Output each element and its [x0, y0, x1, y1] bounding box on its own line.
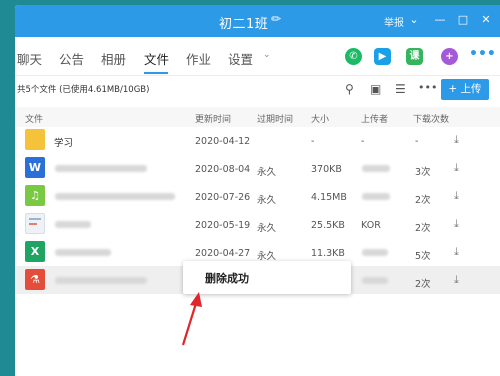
- download-count: -: [415, 136, 419, 147]
- download-icon[interactable]: ⤓: [454, 217, 459, 231]
- updated-time: 2020-04-12: [195, 136, 251, 147]
- download-count: 2次: [415, 195, 431, 206]
- classroom-icon[interactable]: 课: [406, 48, 423, 65]
- download-icon[interactable]: ⤓: [454, 161, 459, 175]
- video-call-icon[interactable]: ▶: [374, 48, 391, 65]
- window-title: 初二1班: [219, 17, 269, 32]
- table-row[interactable]: 学习 2020-04-12 - - - ⤓: [15, 126, 500, 154]
- expiry-time: 永久: [257, 167, 277, 178]
- report-button[interactable]: 举报: [384, 14, 404, 29]
- col-expiry[interactable]: 过期时间: [257, 112, 293, 125]
- settings-chevron-icon[interactable]: ⌄: [263, 50, 271, 60]
- updated-time: 2020-05-19: [195, 220, 251, 231]
- blurred-file-name: [55, 221, 91, 228]
- file-size: 11.3KB: [311, 248, 345, 259]
- table-row[interactable]: 2020-05-19 永久 25.5KB KOR 2次 ⤓: [15, 210, 500, 238]
- pdf-file-icon: ⚗: [25, 269, 45, 290]
- col-size[interactable]: 大小: [311, 112, 329, 125]
- file-toolbar: 共5个文件 (已使用4.61MB/10GB) ⚲ ▣ ☰ ••• + 上传: [15, 76, 500, 106]
- inbox-icon[interactable]: ▣: [370, 82, 381, 96]
- download-count: 3次: [415, 167, 431, 178]
- updated-time: 2020-07-26: [195, 192, 251, 203]
- word-file-icon: W: [25, 157, 45, 178]
- image-file-icon: [25, 213, 45, 234]
- uploader: -: [361, 136, 365, 147]
- audio-file-icon: ♫: [25, 185, 45, 206]
- table-row[interactable]: ♫ 2020-07-26 永久 4.15MB 2次 ⤓: [15, 182, 500, 210]
- expiry-time: 永久: [257, 195, 277, 206]
- red-arrow-icon: [181, 292, 202, 346]
- col-downloads[interactable]: 下载次数: [413, 112, 449, 125]
- col-uploader[interactable]: 上传者: [361, 112, 388, 125]
- tab-notice[interactable]: 公告: [59, 49, 84, 68]
- download-icon[interactable]: ⤓: [454, 133, 459, 147]
- tab-bar: 聊天 公告 相册 文件 作业 设置 ⌄ ✆ ▶ 课 + •••: [15, 37, 500, 76]
- file-size: 370KB: [311, 164, 342, 175]
- excel-file-icon: X: [25, 241, 45, 262]
- delete-success-toast: 删除成功: [183, 261, 351, 294]
- toast-message: 删除成功: [205, 272, 249, 285]
- table-header: 文件 更新时间 过期时间 大小 上传者 下载次数: [15, 107, 500, 127]
- list-view-icon[interactable]: ☰: [395, 82, 406, 96]
- blurred-file-name: [55, 193, 175, 200]
- blurred-file-name: [55, 249, 111, 256]
- file-size: 25.5KB: [311, 220, 345, 231]
- expiry-time: 永久: [257, 223, 277, 234]
- more-icon[interactable]: •••: [469, 47, 496, 65]
- maximize-icon[interactable]: □: [456, 13, 470, 27]
- tab-chat[interactable]: 聊天: [17, 49, 42, 68]
- file-name: 学习: [54, 138, 74, 149]
- table-row[interactable]: W 2020-08-04 永久 370KB 3次 ⤓: [15, 154, 500, 182]
- group-window: 初二1班 ✏ 举报 ⌄ — □ ✕ 聊天 公告 相册 文件 作业 设置 ⌄ ✆ …: [15, 5, 500, 376]
- tab-settings[interactable]: 设置: [228, 49, 253, 68]
- close-icon[interactable]: ✕: [479, 13, 493, 27]
- blurred-uploader: [362, 277, 388, 284]
- title-bar: 初二1班 ✏ 举报 ⌄ — □ ✕: [15, 5, 500, 37]
- plus-app-icon[interactable]: +: [441, 48, 458, 65]
- col-updated[interactable]: 更新时间: [195, 112, 231, 125]
- download-icon[interactable]: ⤓: [454, 273, 459, 287]
- minimize-icon[interactable]: —: [433, 13, 447, 27]
- search-icon[interactable]: ⚲: [345, 82, 354, 96]
- download-count: 2次: [415, 279, 431, 290]
- upload-button[interactable]: + 上传: [441, 79, 489, 100]
- tab-album[interactable]: 相册: [101, 49, 126, 68]
- blurred-uploader: [362, 193, 390, 200]
- storage-quota: 共5个文件 (已使用4.61MB/10GB): [17, 85, 150, 95]
- active-tab-indicator: [144, 72, 168, 74]
- updated-time: 2020-04-27: [195, 248, 251, 259]
- tab-files[interactable]: 文件: [144, 49, 169, 68]
- edit-name-icon[interactable]: ✏: [271, 12, 281, 26]
- blurred-file-name: [55, 165, 147, 172]
- file-size: 4.15MB: [311, 192, 347, 203]
- file-size: -: [311, 136, 315, 147]
- download-icon[interactable]: ⤓: [454, 245, 459, 259]
- blurred-uploader: [362, 249, 388, 256]
- col-name[interactable]: 文件: [25, 112, 43, 125]
- tab-homework[interactable]: 作业: [186, 49, 211, 68]
- uploader: KOR: [361, 220, 381, 231]
- chevron-down-icon[interactable]: ⌄: [407, 13, 421, 27]
- download-icon[interactable]: ⤓: [454, 189, 459, 203]
- expiry-time: 永久: [257, 251, 277, 262]
- download-count: 5次: [415, 251, 431, 262]
- folder-icon: [25, 129, 45, 150]
- blurred-uploader: [362, 165, 390, 172]
- phone-icon[interactable]: ✆: [345, 48, 362, 65]
- more-options-icon[interactable]: •••: [418, 81, 437, 94]
- blurred-file-name: [55, 277, 147, 284]
- download-count: 2次: [415, 223, 431, 234]
- updated-time: 2020-08-04: [195, 164, 251, 175]
